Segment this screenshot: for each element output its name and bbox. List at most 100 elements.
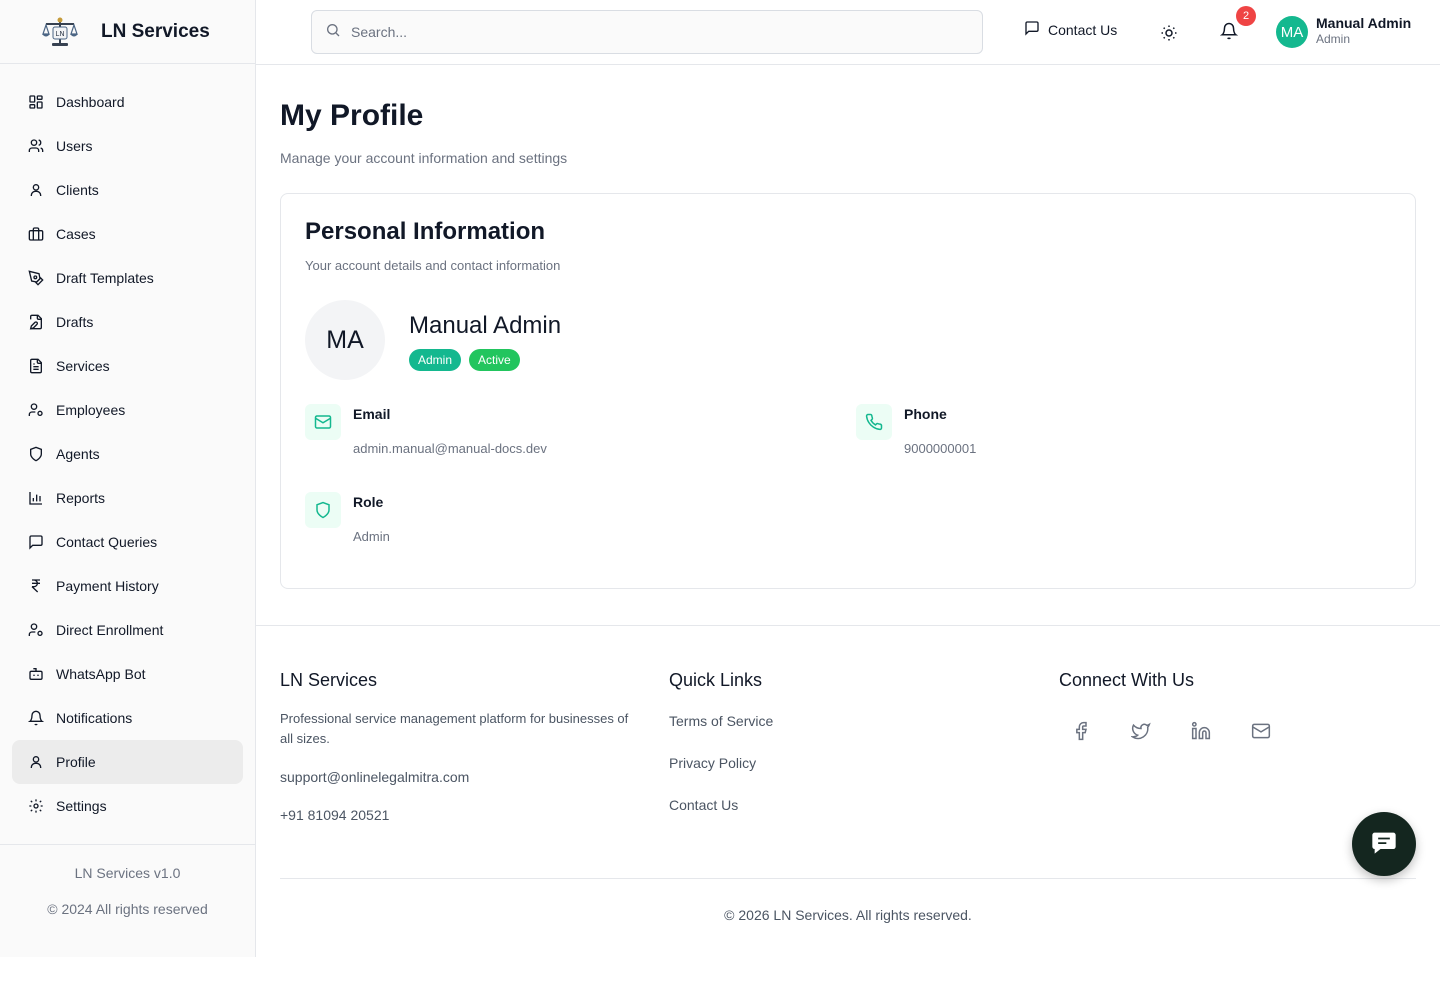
sidebar-item-label: Services bbox=[56, 358, 110, 374]
role-label: Role bbox=[353, 494, 384, 510]
sidebar-item-drafts[interactable]: Drafts bbox=[12, 300, 243, 344]
sidebar-item-label: Settings bbox=[56, 798, 107, 814]
search-box[interactable] bbox=[311, 10, 983, 54]
sidebar-item-contact-queries[interactable]: Contact Queries bbox=[12, 520, 243, 564]
chat-button[interactable] bbox=[1352, 812, 1416, 876]
sidebar-item-draft-templates[interactable]: Draft Templates bbox=[12, 256, 243, 300]
sidebar-item-reports[interactable]: Reports bbox=[12, 476, 243, 520]
privacy-link[interactable]: Privacy Policy bbox=[669, 755, 773, 771]
sidebar-item-clients[interactable]: Clients bbox=[12, 168, 243, 212]
file-text-icon bbox=[28, 358, 44, 374]
notification-count-badge: 2 bbox=[1236, 6, 1256, 26]
brand[interactable]: LN LN Services bbox=[0, 0, 255, 64]
sidebar-item-label: Agents bbox=[56, 446, 100, 462]
sidebar-item-direct-enrollment[interactable]: Direct Enrollment bbox=[12, 608, 243, 652]
briefcase-icon bbox=[28, 226, 44, 242]
sidebar-item-whatsapp-bot[interactable]: WhatsApp Bot bbox=[12, 652, 243, 696]
pen-tool-icon bbox=[28, 270, 44, 286]
user-role: Admin bbox=[1316, 32, 1351, 46]
sidebar-item-label: Dashboard bbox=[56, 94, 125, 110]
user-cog-icon bbox=[28, 402, 44, 418]
sidebar-item-label: Direct Enrollment bbox=[56, 622, 164, 638]
sidebar-item-notifications[interactable]: Notifications bbox=[12, 696, 243, 740]
gear-icon bbox=[28, 798, 44, 814]
shield-icon bbox=[305, 492, 341, 528]
profile-name: Manual Admin bbox=[409, 312, 562, 339]
top-header: Contact Us 2 MA Manual Admin Admin bbox=[256, 0, 1440, 65]
footer-copyright: © 2026 LN Services. All rights reserved. bbox=[724, 907, 972, 923]
notifications-button[interactable] bbox=[1219, 22, 1240, 44]
sidebar-item-users[interactable]: Users bbox=[12, 124, 243, 168]
connect-title: Connect With Us bbox=[1059, 670, 1195, 690]
sidebar-item-agents[interactable]: Agents bbox=[12, 432, 243, 476]
footer-brand-title: LN Services bbox=[280, 670, 378, 690]
app-version: LN Services v1.0 bbox=[74, 865, 181, 881]
card-title: Personal Information bbox=[305, 218, 546, 245]
bell-icon bbox=[1219, 22, 1239, 44]
page-footer: LN Services Professional service managem… bbox=[256, 625, 1440, 957]
main-content: My Profile Manage your account informati… bbox=[280, 65, 1416, 589]
terms-link[interactable]: Terms of Service bbox=[669, 713, 773, 729]
footer-brand-column: LN Services Professional service managem… bbox=[280, 670, 636, 823]
email-info: Email admin.manual@manual-docs.dev bbox=[305, 404, 547, 456]
role-badge: Admin bbox=[409, 349, 462, 371]
bot-icon bbox=[28, 666, 44, 682]
sidebar-item-label: Clients bbox=[56, 182, 99, 198]
sidebar-item-label: Reports bbox=[56, 490, 106, 506]
sidebar-item-label: Users bbox=[56, 138, 93, 154]
shield-icon bbox=[28, 446, 44, 462]
footer-email[interactable]: support@onlinelegalmitra.com bbox=[280, 769, 636, 785]
phone-info: Phone 9000000001 bbox=[856, 404, 976, 456]
status-badge: Active bbox=[469, 349, 520, 371]
dashboard-icon bbox=[28, 94, 44, 110]
sidebar-item-label: Contact Queries bbox=[56, 534, 158, 550]
sidebar-item-employees[interactable]: Employees bbox=[12, 388, 243, 432]
phone-value: 9000000001 bbox=[904, 441, 977, 456]
message-square-icon bbox=[28, 534, 44, 550]
sidebar-item-cases[interactable]: Cases bbox=[12, 212, 243, 256]
twitter-icon[interactable] bbox=[1129, 721, 1151, 741]
search-icon bbox=[325, 22, 341, 43]
footer-phone[interactable]: +91 81094 20521 bbox=[280, 807, 636, 823]
bell-icon bbox=[28, 710, 44, 726]
user-cog-icon bbox=[28, 622, 44, 638]
sidebar-item-payment-history[interactable]: Payment History bbox=[12, 564, 243, 608]
footer-divider bbox=[280, 878, 1416, 879]
facebook-icon[interactable] bbox=[1071, 721, 1091, 741]
user-avatar[interactable]: MA bbox=[1276, 16, 1308, 48]
personal-info-card: Personal Information Your account detail… bbox=[280, 193, 1416, 589]
footer-brand-description: Professional service management platform… bbox=[280, 711, 629, 746]
sidebar-item-services[interactable]: Services bbox=[12, 344, 243, 388]
sidebar-item-label: Draft Templates bbox=[56, 270, 154, 286]
contact-link[interactable]: Contact Us bbox=[669, 797, 773, 813]
linkedin-icon[interactable] bbox=[1191, 721, 1211, 741]
theme-toggle-button[interactable] bbox=[1160, 24, 1178, 42]
search-input[interactable] bbox=[351, 24, 951, 40]
sidebar-footer: LN Services v1.0 © 2024 All rights reser… bbox=[0, 844, 255, 917]
social-links bbox=[1059, 721, 1299, 741]
card-subtitle: Your account details and contact informa… bbox=[305, 258, 561, 273]
profile-avatar: MA bbox=[305, 300, 385, 380]
user-icon bbox=[28, 182, 44, 198]
sidebar: LN LN Services Dashboard Users Clients C… bbox=[0, 0, 256, 957]
bar-chart-icon bbox=[28, 490, 44, 506]
sidebar-item-profile[interactable]: Profile bbox=[12, 740, 243, 784]
user-icon bbox=[28, 754, 44, 770]
contact-us-label: Contact Us bbox=[1048, 21, 1118, 38]
phone-label: Phone bbox=[904, 406, 947, 422]
email-value: admin.manual@manual-docs.dev bbox=[353, 441, 547, 456]
phone-icon bbox=[856, 404, 892, 440]
user-menu[interactable]: Manual Admin Admin bbox=[1316, 15, 1411, 46]
sidebar-item-label: Profile bbox=[56, 754, 96, 770]
role-value: Admin bbox=[353, 529, 390, 544]
contact-us-button[interactable]: Contact Us bbox=[1024, 20, 1117, 39]
sidebar-item-dashboard[interactable]: Dashboard bbox=[12, 80, 243, 124]
sidebar-item-settings[interactable]: Settings bbox=[12, 784, 243, 828]
page-title: My Profile bbox=[280, 99, 424, 132]
mail-icon[interactable] bbox=[1251, 721, 1271, 741]
profile-badges: Admin Active bbox=[409, 349, 520, 371]
sun-icon bbox=[1160, 25, 1178, 46]
email-label: Email bbox=[353, 406, 391, 422]
sidebar-copyright: © 2024 All rights reserved bbox=[47, 901, 208, 917]
brand-name: LN Services bbox=[101, 20, 210, 42]
